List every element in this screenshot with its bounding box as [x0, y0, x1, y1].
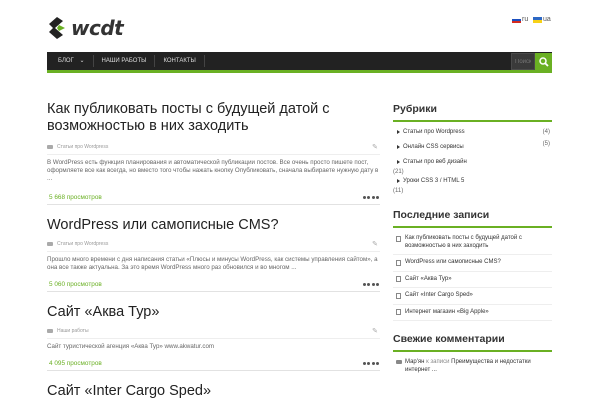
- sidebar: Рубрики Статьи про Wordpress (4) Онлайн …: [393, 103, 552, 378]
- category-item[interactable]: Онлайн CSS сервисы (5): [393, 140, 552, 155]
- folder-icon: [47, 329, 53, 333]
- search-input[interactable]: [511, 53, 535, 70]
- logo-text: wcdt: [71, 16, 124, 40]
- more-dots-icon[interactable]: [362, 361, 379, 365]
- post-item: Как публиковать посты с будущей датой с …: [47, 101, 380, 205]
- post-excerpt: В WordPress есть функция планирования и …: [47, 159, 379, 182]
- post-item: Сайт «Аква Тур» Наши работы ✎ Сайт турис…: [47, 304, 380, 371]
- post-title[interactable]: Как публиковать посты с будущей датой с …: [47, 101, 380, 135]
- nav-search: [511, 53, 552, 70]
- comment-author[interactable]: Мар'ян: [405, 359, 424, 365]
- meta-divider: [47, 338, 380, 339]
- folder-icon: [47, 145, 53, 149]
- document-icon: [396, 292, 401, 299]
- post-item: Сайт «Inter Cargo Sped»: [47, 383, 380, 400]
- category-item[interactable]: Статьи про веб дизайн: [393, 155, 552, 170]
- lang-ru-link[interactable]: ru: [512, 16, 528, 23]
- nav-item-contacts[interactable]: Контакты: [155, 55, 205, 67]
- arrow-right-icon: [397, 179, 400, 183]
- lang-ua-link[interactable]: ua: [533, 16, 551, 23]
- recent-post-link[interactable]: Интернет магазин «Big Apple»: [393, 305, 552, 321]
- nav-item-our-works[interactable]: Наши работы: [94, 55, 156, 67]
- arrow-right-icon: [397, 160, 400, 164]
- document-icon: [396, 309, 401, 315]
- search-button[interactable]: [535, 53, 552, 70]
- category-label: Статьи про веб дизайн: [403, 159, 467, 165]
- widget-recent-comments: Свежие комментарии Мар'ян к записи Преим…: [393, 333, 552, 378]
- category-label: Онлайн CSS сервисы: [403, 144, 464, 150]
- recent-post-label: WordPress или самописные CMS?: [405, 259, 501, 265]
- paperclip-icon: ✎: [372, 241, 378, 248]
- post-title[interactable]: WordPress или самописные CMS?: [47, 217, 380, 234]
- site-logo[interactable]: wcdt: [47, 16, 124, 40]
- meta-divider: [47, 154, 380, 155]
- post-title[interactable]: Сайт «Inter Cargo Sped»: [47, 383, 380, 400]
- recent-post-label: Как публиковать посты с будущей датой с …: [405, 235, 522, 249]
- flag-ru-icon: [512, 16, 521, 23]
- post-list: Как публиковать посты с будущей датой с …: [47, 101, 380, 400]
- main-navbar: Блог ⌄ Наши работы Контакты: [47, 52, 552, 73]
- category-item[interactable]: Статьи про Wordpress (4): [393, 125, 552, 140]
- recent-post-label: Интернет магазин «Big Apple»: [405, 308, 489, 315]
- folder-icon: [47, 242, 53, 246]
- nav-item-blog[interactable]: Блог ⌄: [47, 55, 94, 67]
- lang-ru-label: ru: [522, 16, 529, 23]
- document-icon: [396, 235, 401, 242]
- post-category[interactable]: Статьи про Wordpress: [57, 144, 108, 150]
- paperclip-icon: ✎: [372, 328, 378, 335]
- paperclip-icon: ✎: [372, 144, 378, 151]
- arrow-right-icon: [397, 145, 400, 149]
- comment-bubble-icon: [396, 360, 402, 364]
- widget-title: Рубрики: [393, 103, 552, 122]
- document-icon: [396, 259, 401, 266]
- post-item: WordPress или самописные CMS? Статьи про…: [47, 217, 380, 292]
- recent-post-link[interactable]: Сайт «Inter Cargo Sped»: [393, 288, 552, 305]
- post-excerpt: Прошло много времени с дня написания ста…: [47, 256, 378, 271]
- post-divider: [47, 291, 380, 292]
- more-dots-icon[interactable]: [362, 282, 379, 286]
- post-views: 4 095 просмотров: [49, 359, 102, 367]
- lang-ua-label: ua: [543, 16, 551, 23]
- post-views: 5 060 просмотров: [49, 280, 102, 288]
- search-icon: [538, 56, 549, 67]
- comment-post-link[interactable]: Преимущества и недостатки интернет ...: [405, 359, 531, 373]
- more-dots-icon[interactable]: [362, 195, 379, 199]
- category-label: Уроки CSS 3 / HTML 5: [403, 178, 465, 184]
- flag-ua-icon: [533, 16, 542, 23]
- arrow-right-icon: [397, 130, 400, 134]
- category-item[interactable]: Уроки CSS 3 / HTML 5: [393, 175, 552, 189]
- logo-mark-icon: [47, 17, 67, 39]
- comment-item: Мар'ян к записи Преимущества и недостатк…: [393, 355, 552, 378]
- post-category[interactable]: Статьи про Wordpress: [57, 241, 108, 247]
- document-icon: [396, 276, 401, 282]
- category-label: Статьи про Wordpress: [403, 129, 465, 135]
- post-title[interactable]: Сайт «Аква Тур»: [47, 304, 380, 321]
- widget-title: Свежие комментарии: [393, 333, 552, 352]
- widget-title: Последние записи: [393, 209, 552, 228]
- recent-post-link[interactable]: Как публиковать посты с будущей датой с …: [393, 231, 552, 255]
- recent-post-label: Сайт «Inter Cargo Sped»: [405, 292, 473, 298]
- nav-item-blog-label: Блог: [58, 58, 74, 64]
- post-divider: [47, 370, 380, 371]
- chevron-down-icon: ⌄: [79, 58, 85, 64]
- widget-recent-posts: Последние записи Как публиковать посты с…: [393, 209, 552, 321]
- recent-post-label: Сайт «Аква Тур»: [405, 275, 452, 282]
- meta-divider: [47, 251, 380, 252]
- post-category[interactable]: Наши работы: [57, 328, 89, 334]
- category-count: (4): [542, 129, 550, 135]
- recent-post-link[interactable]: Сайт «Аква Тур»: [393, 272, 552, 288]
- recent-post-link[interactable]: WordPress или самописные CMS?: [393, 255, 552, 272]
- post-divider: [47, 204, 380, 205]
- category-count: (5): [542, 141, 550, 147]
- post-views: 5 668 просмотров: [49, 193, 102, 201]
- comment-on-label: к записи: [426, 359, 450, 365]
- widget-rubrics: Рубрики Статьи про Wordpress (4) Онлайн …: [393, 103, 552, 194]
- post-excerpt: Сайт туристической агенция «Аква Тур» ww…: [47, 343, 215, 350]
